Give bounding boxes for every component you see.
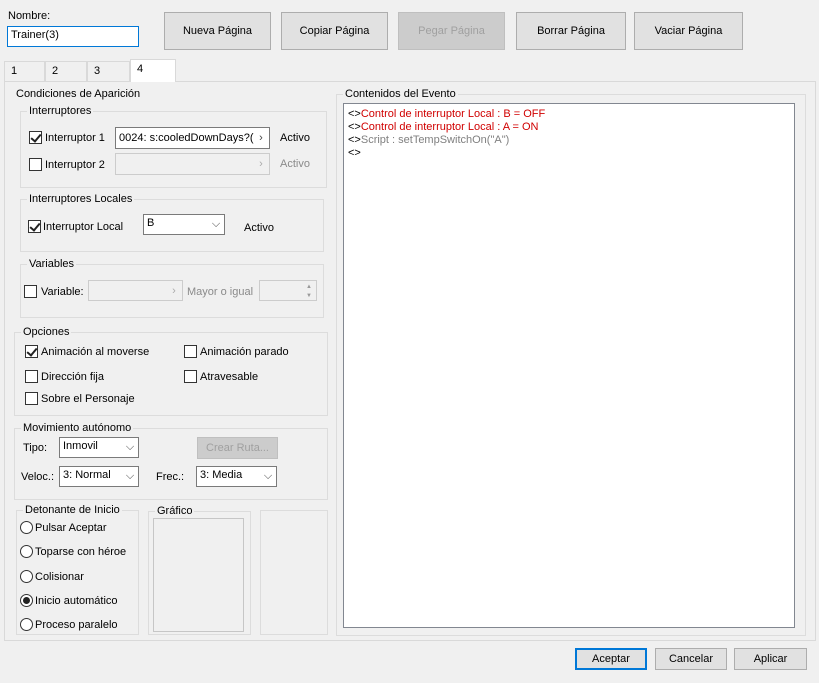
switch1-value: 0024: s:cooledDownDays?( [119,132,254,144]
delete-page-button[interactable]: Borrar Página [516,12,626,50]
autonomous-group: Movimiento autónomo [14,422,328,500]
event-line-1[interactable]: <>Control de interruptor Local : B = OFF [348,108,545,120]
variable-label: Variable: [41,286,84,298]
event-line-marker: <> [348,121,361,133]
local-switches-title: Interruptores Locales [29,193,133,205]
move-type-label: Tipo: [23,442,48,454]
freq-value: 3: Media [200,469,243,481]
autonomous-title: Movimiento autónomo [23,422,132,434]
name-input[interactable]: Trainer(3) [7,26,139,47]
cancel-button[interactable]: Cancelar [655,648,727,670]
chevron-down-icon: ⌵ [263,470,273,482]
through-label: Atravesable [200,371,259,383]
chevron-down-icon: ⌵ [125,470,135,482]
always-on-top-checkbox[interactable] [25,392,38,405]
chevron-right-icon: › [172,284,176,297]
trigger-autorun-label: Inicio automático [35,595,118,607]
switch2-state: Activo [280,158,310,170]
move-type-value: Inmovil [63,440,98,452]
graphic-preview[interactable] [153,518,244,632]
local-switch-select[interactable]: B ⌵ [143,214,225,235]
event-line-text: Control de interruptor Local : B = OFF [360,108,546,120]
chevron-right-icon: › [259,158,263,170]
tab-page-1[interactable]: 1 [4,61,45,81]
switch2-label: Interruptor 2 [45,159,105,171]
copy-page-button[interactable]: Copiar Página [281,12,388,50]
variable-select[interactable]: › [88,280,183,301]
variable-checkbox[interactable] [24,285,37,298]
graphic-extra-box [260,510,328,635]
switch1-checkbox[interactable] [29,131,42,144]
switch1-label: Interruptor 1 [45,132,105,144]
event-line-text: Control de interruptor Local : A = ON [360,121,539,133]
always-on-top-label: Sobre el Personaje [41,393,135,405]
freq-label: Frec.: [156,471,185,483]
freq-select[interactable]: 3: Media ⌵ [196,466,277,487]
graphic-title: Gráfico [157,505,193,517]
spin-down-icon[interactable]: ▼ [302,291,316,300]
direction-fix-label: Dirección fija [41,371,104,383]
chevron-down-icon: ⌵ [125,441,135,453]
event-contents-list[interactable]: <>Control de interruptor Local : B = OFF… [343,103,795,628]
tab-page-3[interactable]: 3 [87,61,130,81]
through-checkbox[interactable] [184,370,197,383]
event-line-2[interactable]: <>Control de interruptor Local : A = ON [348,121,538,133]
step-anim-checkbox[interactable] [184,345,197,358]
walk-anim-checkbox[interactable] [25,345,38,358]
switch1-select[interactable]: 0024: s:cooledDownDays?( › [115,127,270,149]
trigger-collide-label: Colisionar [35,571,84,583]
conditions-title: Condiciones de Aparición [16,88,141,100]
trigger-autorun-radio[interactable] [20,594,33,607]
paste-page-button[interactable]: Pegar Página [398,12,505,50]
chevron-right-icon: › [255,129,267,147]
step-anim-label: Animación parado [200,346,289,358]
options-title: Opciones [23,326,70,338]
local-switch-checkbox[interactable] [28,220,41,233]
create-route-button[interactable]: Crear Ruta... [197,437,278,459]
name-label: Nombre: [8,10,51,22]
trigger-action-radio[interactable] [20,521,33,534]
tab-page-4[interactable]: 4 [130,59,176,82]
event-line-marker: <> [348,134,361,146]
local-switch-state: Activo [244,222,274,234]
event-contents-title: Contenidos del Evento [345,88,456,100]
variable-comparator: Mayor o igual [187,286,254,298]
trigger-parallel-radio[interactable] [20,618,33,631]
local-switch-value: B [147,217,155,229]
tab-page-2[interactable]: 2 [45,61,87,81]
event-line-text: Script : setTempSwitchOn("A") [360,134,510,146]
apply-button[interactable]: Aplicar [734,648,807,670]
speed-value: 3: Normal [63,469,111,481]
chevron-down-icon: ⌵ [211,218,221,230]
switches-title: Interruptores [29,105,92,117]
new-page-button[interactable]: Nueva Página [164,12,271,50]
event-line-4[interactable]: <> [348,147,361,159]
trigger-action-label: Pulsar Aceptar [35,522,107,534]
speed-select[interactable]: 3: Normal ⌵ [59,466,139,487]
trigger-collide-radio[interactable] [20,570,33,583]
local-switch-label: Interruptor Local [43,221,124,233]
ok-button[interactable]: Aceptar [575,648,647,670]
event-line-3[interactable]: <>Script : setTempSwitchOn("A") [348,134,509,146]
trigger-title: Detonante de Inicio [25,504,120,516]
variable-value-spinner[interactable]: ▲ ▼ [259,280,317,301]
event-line-marker: <> [348,147,361,159]
walk-anim-label: Animación al moverse [41,346,150,358]
switch2-checkbox[interactable] [29,158,42,171]
direction-fix-checkbox[interactable] [25,370,38,383]
trigger-parallel-label: Proceso paralelo [35,619,118,631]
switch2-select[interactable]: › [115,153,270,175]
move-type-select[interactable]: Inmovil ⌵ [59,437,139,458]
speed-label: Veloc.: [21,471,55,483]
spin-up-icon[interactable]: ▲ [302,282,316,291]
clear-page-button[interactable]: Vaciar Página [634,12,743,50]
switch1-state: Activo [280,132,310,144]
trigger-touch-radio[interactable] [20,545,33,558]
variables-title: Variables [29,258,75,270]
event-line-marker: <> [348,108,361,120]
trigger-touch-label: Toparse con héroe [35,546,127,558]
